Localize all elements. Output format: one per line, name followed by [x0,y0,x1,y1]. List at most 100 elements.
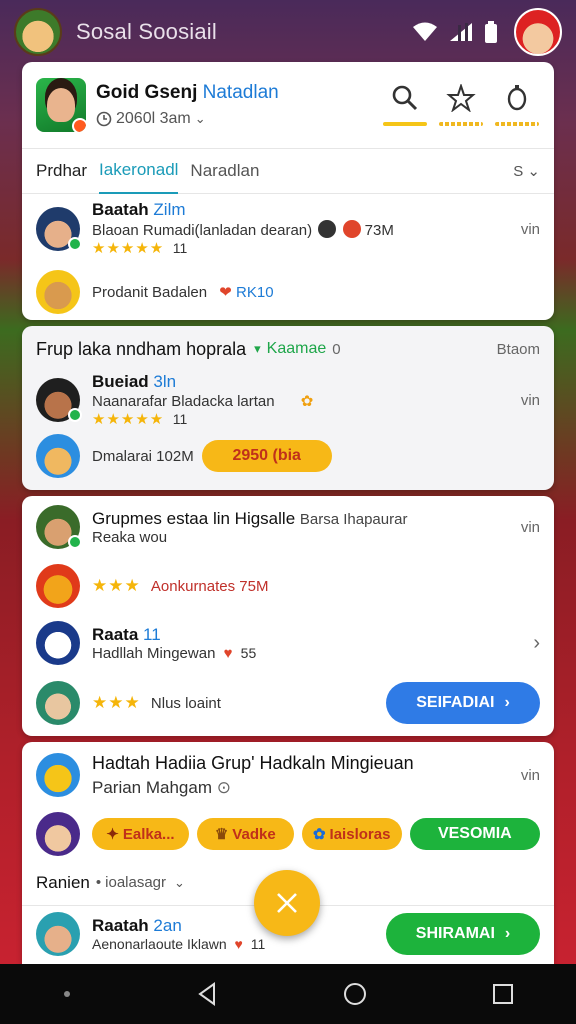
list-row-2[interactable]: ★★★ Aonkurnates 75M [22,558,554,614]
app-avatar[interactable] [14,8,62,56]
chevron-right-icon[interactable]: › [533,632,540,655]
heart-icon: ❤ [219,284,232,301]
group-row-2-text: Dmalarai 102M [92,448,194,465]
tab-2[interactable]: Naradlan [190,149,259,193]
list-row-4-text: ★★★ Nlus loaint [92,693,386,713]
profile-panel: Goid Gsenj Natadlan 2060l 3am ⌄ Prdhar I… [22,62,554,320]
recents-icon[interactable] [492,983,514,1005]
close-icon [277,893,297,913]
group-filter[interactable]: Kaamae [267,340,327,358]
avatar [36,434,80,478]
search-underline [383,122,427,126]
clock-icon [96,111,112,127]
tab-more[interactable]: S ⌄ [513,162,540,180]
row-title-accent: 2an [153,916,182,935]
group-row-1[interactable]: Bueiad 3ln Naanarafar Bladacka lartan ✿ … [22,372,554,428]
profile-picture[interactable] [36,78,86,132]
search-button[interactable] [382,84,428,126]
rating-count: 11 [172,410,188,427]
row-line: Reaka wou [92,528,168,546]
chip-2[interactable]: ✿ Iaisloras [301,818,402,850]
search-icon [392,85,418,111]
row-badge-text: 73M [364,222,394,239]
user-avatar[interactable] [514,8,562,56]
home-icon[interactable] [343,982,367,1006]
group-filter-count: 0 [332,340,341,358]
group-row-2[interactable]: Dmalarai 102M 2950 (bia [22,428,554,484]
list-row-4-line: ★★★ Nlus loaint [92,693,386,713]
battery-icon [485,21,497,43]
row-title-accent: Zilm [153,200,186,219]
flame-icon: ✿ [300,392,314,410]
notification-badge [72,118,86,132]
chip-0-label: Ealka... [122,825,175,843]
online-indicator [68,408,82,422]
row-line: Aenonarlaoute Iklawn [92,936,227,952]
back-icon[interactable] [196,982,218,1006]
row-side-label: vin [520,220,540,238]
row-line: Naanarafar Bladacka lartan [92,392,275,410]
timer-button[interactable] [494,84,540,126]
row-side-label: vin [520,518,540,536]
signal-icon [450,23,472,41]
status-bar: Sosal Soosiail [0,0,576,64]
blue-action-label: SEIFADIAI [416,694,495,711]
tab-bar: Prdhar Iakeronadl Naradlan S ⌄ [22,148,554,194]
group-header: Frup laka nndham hoprala ▾ Kaamae 0 Btao… [22,326,554,372]
timer-underline [495,122,539,126]
row-title: Grupmes estaa lin Higsalle [92,508,296,528]
green-action-button[interactable]: SHIRAMAI › [386,913,540,955]
green-action-label: SHIRAMAI [415,925,495,942]
row-side-label: vin [520,391,540,409]
chevron-right-icon: › [504,694,510,711]
avatar [36,681,80,725]
weekly-header-text: Hadtah Hadiia Grup' Hadkaln Mingieuan Pa… [92,753,511,798]
chevron-down-icon[interactable]: ▾ [254,341,261,357]
row-badge-text: RK10 [236,284,274,301]
feed-row-2-line: Prodanit Badalen ❤ RK10 [92,283,540,301]
list-row-4[interactable]: ★★★ Nlus loaint SEIFADIAI › [22,672,554,734]
row-line: Aonkurnates 75M [150,578,269,595]
weekly-chips: ✦ Ealka... ♛ Vadke ✿ Iaisloras VESOMIA [22,808,554,860]
green-chip-button[interactable]: VESOMIA [409,818,540,850]
list-row-1[interactable]: Grupmes estaa lin Higsalle Barsa Ihapaur… [22,496,554,558]
profile-subtitle[interactable]: 2060l 3am ⌄ [96,110,279,128]
row-title: Bueiad [92,371,149,391]
avatar [36,812,80,856]
list-row-3[interactable]: Raata 11 Hadllah Mingewan ♥ 55 › [22,614,554,672]
group-row-1-title: Bueiad 3ln [92,372,511,392]
blue-action-button[interactable]: SEIFADIAI › [386,682,540,724]
emoji-icon [318,220,337,238]
chevron-down-icon: ⌄ [174,874,185,890]
flame-icon: ♥ [223,644,233,662]
sparkle-button[interactable] [438,84,484,126]
close-fab-button[interactable] [254,870,320,936]
chip-0[interactable]: ✦ Ealka... [92,818,189,850]
weekly-title: Hadtah Hadiia Grup' Hadkaln Mingieuan [92,752,414,773]
wifi-icon [413,22,437,41]
row-line: Dmalarai 102M [92,447,194,465]
group-row-1-line: Naanarafar Bladacka lartan ✿ [92,392,511,410]
emoji-icon [342,220,361,238]
avatar [36,207,82,251]
profile-name: Goid Gsenj Natadlan [96,82,279,104]
feed-row-2[interactable]: Prodanit Badalen ❤ RK10 [22,264,554,320]
list-row-1-text: Grupmes estaa lin Higsalle Barsa Ihapaur… [92,509,511,546]
feed-row-1-title: Baatah Zilm [92,200,511,220]
tab-0[interactable]: Prdhar [36,149,87,193]
chevron-down-icon: ⌄ [194,111,206,126]
group-row-1-text: Bueiad 3ln Naanarafar Bladacka lartan ✿ … [92,372,511,429]
feed-row-1[interactable]: Baatah Zilm Blaoan Rumadi(lanladan deara… [22,194,554,264]
bid-pill[interactable]: 2950 (bia [201,440,332,472]
star-icon: ✦ [106,826,119,843]
row-title: Raata [92,624,139,644]
weekly-header[interactable]: Hadtah Hadiia Grup' Hadkaln Mingieuan Pa… [22,742,554,808]
tab-1[interactable]: Iakeronadl [99,148,179,194]
weekly-last-line: Aenonarlaoute Iklawn ♥ 11 [92,936,386,952]
profile-header: Goid Gsenj Natadlan 2060l 3am ⌄ [22,62,554,148]
chip-1[interactable]: ♛ Vadke [196,818,294,850]
row-title-accent: 11 [143,624,161,644]
row-line: Nlus loaint [150,695,221,712]
clock-icon: ⊙ [216,777,231,797]
row-count: 11 [250,936,266,952]
